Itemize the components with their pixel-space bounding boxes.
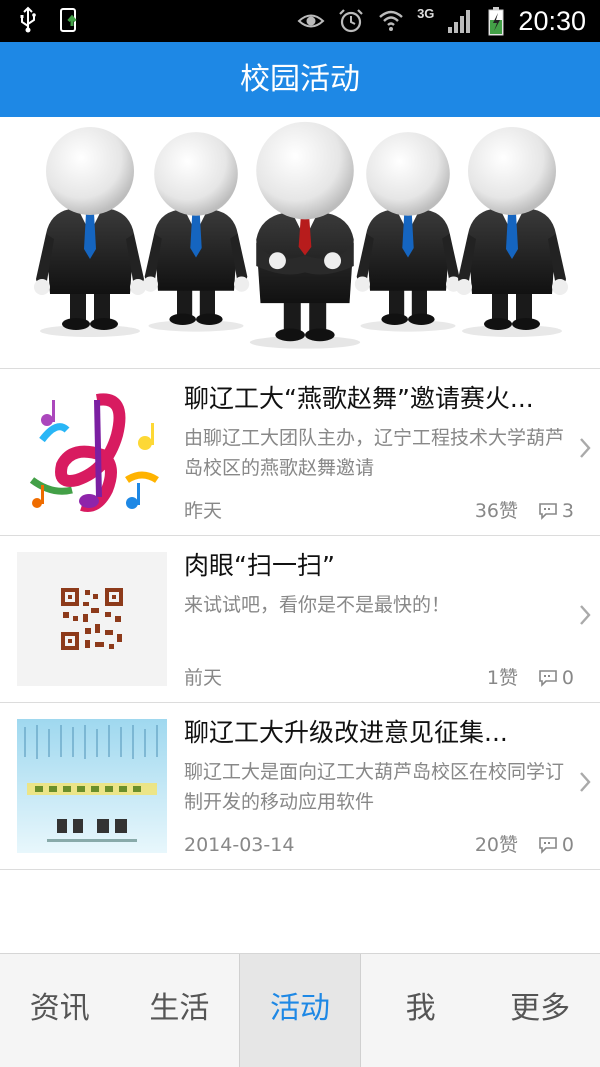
list-item[interactable]: 聊辽工大升级改进意见征集... 聊辽工大是面向辽工大葫芦岛校区在校同学订制开发的… <box>0 703 600 870</box>
item-title: 聊辽工大升级改进意见征集... <box>184 718 508 747</box>
activity-banner[interactable] <box>0 117 600 369</box>
comment-icon <box>539 503 557 520</box>
business-people-image <box>34 121 568 349</box>
item-meta: 昨天 36赞 3 <box>184 497 574 525</box>
tab-more[interactable]: 更多 <box>480 954 600 1067</box>
battery-charging-icon <box>488 7 504 36</box>
music-notes-thumbnail <box>17 385 167 519</box>
list-item[interactable]: 聊辽工大“燕歌赵舞”邀请赛火... 由聊辽工大团队主办，辽宁工程技术大学葫芦岛校… <box>0 369 600 536</box>
comment-count-group: 0 <box>538 831 574 859</box>
status-bar: 3G 20:30 <box>0 0 600 42</box>
eye-icon <box>297 14 325 28</box>
like-count: 1赞 <box>486 667 518 689</box>
item-title: 肉眼“扫一扫” <box>184 551 335 580</box>
calligraphy-poster-thumbnail <box>17 719 167 853</box>
item-title: 聊辽工大“燕歌赵舞”邀请赛火... <box>184 384 534 413</box>
network-type: 3G <box>417 5 435 21</box>
tab-life[interactable]: 生活 <box>120 954 240 1067</box>
comment-count: 3 <box>561 500 574 522</box>
chevron-right-icon <box>580 772 591 792</box>
alarm-icon <box>339 9 363 33</box>
item-description: 聊辽工大是面向辽工大葫芦岛校区在校同学订制开发的移动应用软件 <box>184 761 565 813</box>
phone-update-icon <box>60 8 77 32</box>
page-title: 校园活动 <box>240 62 360 97</box>
comment-icon <box>539 670 557 687</box>
item-description: 来试试吧，看你是不是最快的！ <box>184 594 451 616</box>
comment-count: 0 <box>561 834 574 856</box>
item-date: 前天 <box>184 667 223 689</box>
bottom-navigation: 资讯 生活 活动 我 更多 <box>0 953 600 1067</box>
comment-icon <box>539 837 557 854</box>
tab-news[interactable]: 资讯 <box>0 954 120 1067</box>
item-description: 由聊辽工大团队主办，辽宁工程技术大学葫芦岛校区的燕歌赵舞邀请 <box>184 427 565 479</box>
wifi-icon <box>379 10 403 31</box>
like-count: 20赞 <box>474 834 518 856</box>
like-count: 36赞 <box>474 500 518 522</box>
activity-list: 聊辽工大“燕歌赵舞”邀请赛火... 由聊辽工大团队主办，辽宁工程技术大学葫芦岛校… <box>0 369 600 870</box>
item-meta: 2014-03-14 20赞 0 <box>184 831 574 859</box>
chevron-right-icon <box>580 605 591 625</box>
chevron-right-icon <box>580 438 591 458</box>
list-item[interactable]: 肉眼“扫一扫” 来试试吧，看你是不是最快的！ 前天 1赞 0 <box>0 536 600 703</box>
tab-me[interactable]: 我 <box>361 954 481 1067</box>
usb-icon <box>20 6 36 33</box>
item-date: 昨天 <box>184 500 223 522</box>
app-header: 校园活动 <box>0 42 600 117</box>
comment-count-group: 3 <box>538 497 574 525</box>
qr-code-thumbnail <box>17 552 167 686</box>
item-date: 2014-03-14 <box>184 834 295 856</box>
clock: 20:30 <box>518 6 586 36</box>
signal-icon <box>448 10 471 33</box>
item-meta: 前天 1赞 0 <box>184 664 574 692</box>
comment-count-group: 0 <box>538 664 574 692</box>
tab-activities[interactable]: 活动 <box>239 954 361 1067</box>
comment-count: 0 <box>561 667 574 689</box>
